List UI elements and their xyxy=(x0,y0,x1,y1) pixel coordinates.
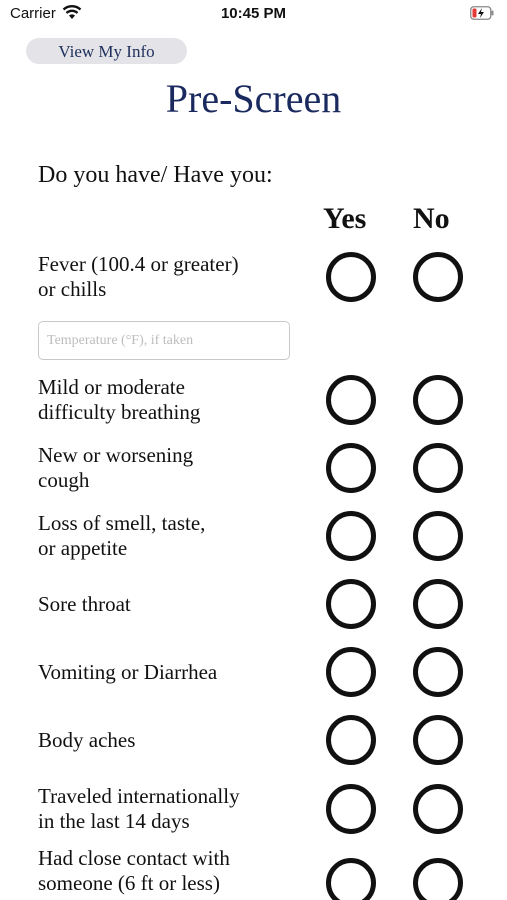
symptom-row-breathing: Mild or moderate difficulty breathing xyxy=(0,375,507,435)
symptom-row-fever: Fever (100.4 or greater) or chills xyxy=(0,252,507,312)
symptom-label-line2: cough xyxy=(38,468,90,492)
battery-charging-icon xyxy=(470,6,494,20)
breathing-yes-radio[interactable] xyxy=(326,375,376,425)
symptom-label: Traveled internationally in the last 14 … xyxy=(38,784,308,834)
view-my-info-button[interactable]: View My Info xyxy=(26,38,187,64)
fever-yes-radio[interactable] xyxy=(326,252,376,302)
no-column-header: No xyxy=(413,202,450,235)
vomiting-yes-radio[interactable] xyxy=(326,647,376,697)
smell-taste-no-radio[interactable] xyxy=(413,511,463,561)
symptom-label: Mild or moderate difficulty breathing xyxy=(38,375,308,425)
symptom-label-line2: someone (6 ft or less) xyxy=(38,871,220,895)
symptom-label: Fever (100.4 or greater) or chills xyxy=(38,252,308,302)
smell-taste-yes-radio[interactable] xyxy=(326,511,376,561)
symptom-label-line2: or chills xyxy=(38,277,107,301)
symptom-label: Vomiting or Diarrhea xyxy=(38,660,218,684)
travel-yes-radio[interactable] xyxy=(326,784,376,834)
symptom-row-vomiting: Vomiting or Diarrhea xyxy=(0,647,507,707)
fever-no-radio[interactable] xyxy=(413,252,463,302)
symptom-label-line1: Traveled internationally xyxy=(38,784,240,808)
symptom-label: Had close contact with someone (6 ft or … xyxy=(38,846,308,896)
clock-time: 10:45 PM xyxy=(220,5,287,22)
symptom-label-line1: Loss of smell, taste, xyxy=(38,511,206,535)
yes-column-header: Yes xyxy=(323,202,367,235)
symptom-row-sore-throat: Sore throat xyxy=(0,579,507,639)
body-aches-yes-radio[interactable] xyxy=(326,715,376,765)
symptom-label-line1: Mild or moderate xyxy=(38,375,185,399)
page-title: Pre-Screen xyxy=(165,76,342,121)
cough-no-radio[interactable] xyxy=(413,443,463,493)
symptom-row-smell-taste: Loss of smell, taste, or appetite xyxy=(0,511,507,571)
symptom-label: Sore throat xyxy=(38,592,131,616)
travel-no-radio[interactable] xyxy=(413,784,463,834)
close-contact-no-radio[interactable] xyxy=(413,858,463,900)
sore-throat-no-radio[interactable] xyxy=(413,579,463,629)
question-prompt: Do you have/ Have you: xyxy=(38,162,273,188)
breathing-no-radio[interactable] xyxy=(413,375,463,425)
symptom-row-cough: New or worsening cough xyxy=(0,443,507,503)
body-aches-no-radio[interactable] xyxy=(413,715,463,765)
symptom-label-line1: Had close contact with xyxy=(38,846,230,870)
symptom-label-line2: difficulty breathing xyxy=(38,400,201,424)
symptom-label: New or worsening cough xyxy=(38,443,308,493)
symptom-label: Body aches xyxy=(38,728,136,752)
symptom-label-line2: or appetite xyxy=(38,536,128,560)
symptom-label-line1: Fever (100.4 or greater) xyxy=(38,252,239,276)
symptom-row-close-contact: Had close contact with someone (6 ft or … xyxy=(0,846,507,900)
symptom-label-line1: New or worsening xyxy=(38,443,194,467)
close-contact-yes-radio[interactable] xyxy=(326,858,376,900)
sore-throat-yes-radio[interactable] xyxy=(326,579,376,629)
symptom-row-travel: Traveled internationally in the last 14 … xyxy=(0,784,507,844)
cough-yes-radio[interactable] xyxy=(326,443,376,493)
temperature-input[interactable] xyxy=(38,321,290,360)
symptom-row-body-aches: Body aches xyxy=(0,715,507,775)
symptom-label-line2: in the last 14 days xyxy=(38,809,190,833)
status-bar: Carrier 10:45 PM xyxy=(0,0,507,30)
symptom-label: Loss of smell, taste, or appetite xyxy=(38,511,308,561)
vomiting-no-radio[interactable] xyxy=(413,647,463,697)
